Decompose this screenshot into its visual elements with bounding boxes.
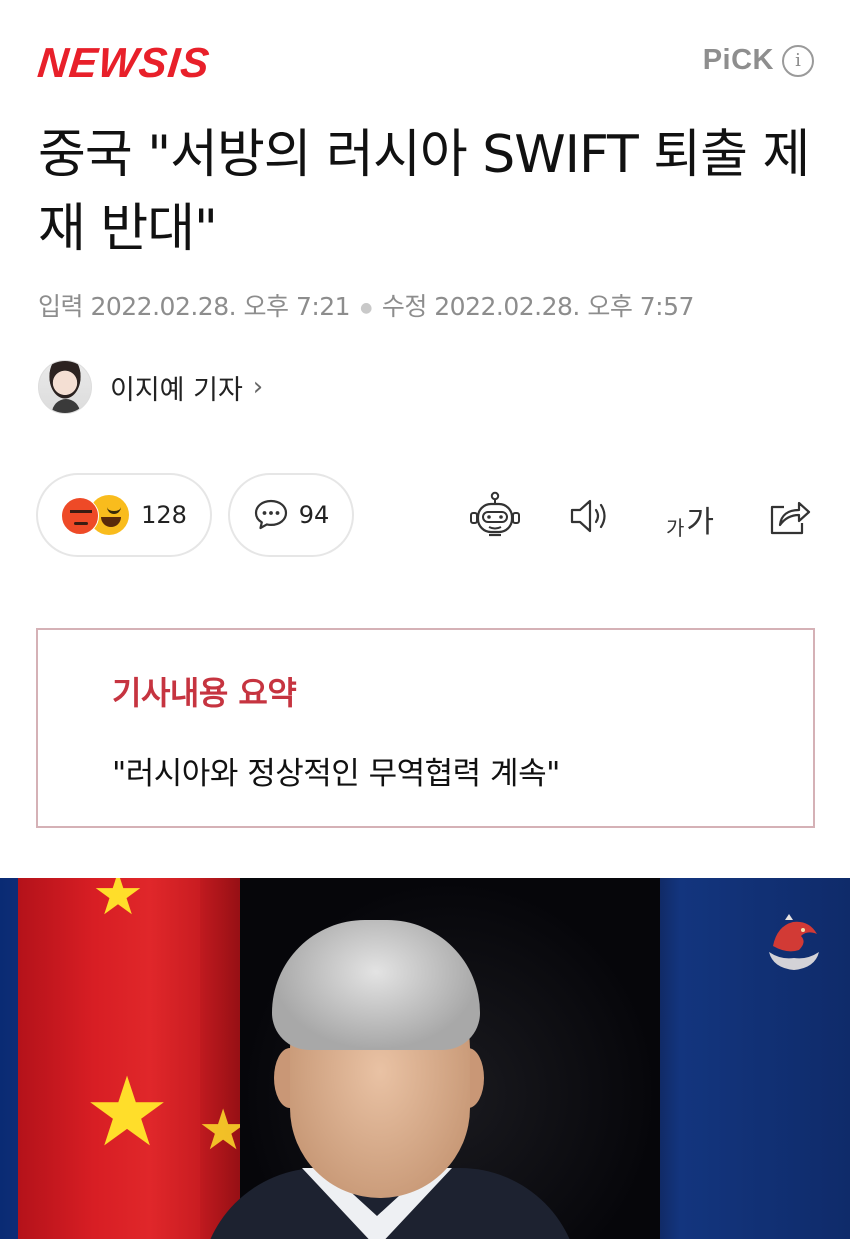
summary-title: 기사내용 요약 bbox=[112, 674, 297, 712]
modified-label: 수정 bbox=[381, 292, 428, 321]
article-photo[interactable]: ★ ★ ★ bbox=[0, 878, 850, 1239]
speech-bubble-icon bbox=[254, 499, 287, 530]
comment-count: 94 bbox=[298, 501, 330, 529]
flag-star-icon: ★ bbox=[92, 878, 144, 928]
action-bar: 128 94 가가 bbox=[36, 473, 816, 559]
top-bar: NEWSIS PiCK i bbox=[0, 0, 850, 110]
summary-item: "러시아와 정상적인 무역협력 계속" bbox=[112, 756, 560, 792]
flag-star-icon: ★ bbox=[84, 1056, 171, 1168]
reaction-count: 128 bbox=[141, 501, 187, 529]
input-date: 2022.02.28. 오후 7:21 bbox=[90, 292, 351, 321]
author-name: 이지예 기자 bbox=[110, 374, 243, 406]
article-headline: 중국 "서방의 러시아 SWIFT 퇴출 제재 반대" bbox=[38, 125, 810, 259]
newsis-logo[interactable]: NEWSIS bbox=[35, 38, 213, 88]
robot-icon bbox=[470, 491, 520, 537]
modified-date: 2022.02.28. 오후 7:57 bbox=[434, 292, 694, 321]
reaction-emoji-icons bbox=[61, 495, 131, 535]
summary-bot-button[interactable] bbox=[468, 491, 522, 541]
text-to-speech-button[interactable] bbox=[566, 491, 616, 541]
font-size-icon: 가가 bbox=[666, 497, 714, 541]
font-large-label: 가 bbox=[686, 505, 714, 540]
pick-label: PiCK bbox=[702, 44, 774, 76]
input-label: 입력 bbox=[38, 292, 84, 321]
press-emblem-icon bbox=[769, 914, 819, 970]
pick-badge[interactable]: PiCK i bbox=[703, 44, 814, 77]
angry-face-icon bbox=[61, 497, 100, 535]
article-dates: 입력 2022.02.28. 오후 7:21 ● 수정 2022.02.28. 오후… bbox=[38, 287, 694, 323]
chevron-right-icon: › bbox=[252, 372, 264, 402]
article-summary-box: 기사내용 요약 "러시아와 정상적인 무역협력 계속" bbox=[36, 628, 815, 828]
share-button[interactable] bbox=[764, 491, 814, 541]
font-small-label: 가 bbox=[665, 516, 685, 540]
speaker-icon bbox=[570, 499, 606, 533]
author-link[interactable]: 이지예 기자 › bbox=[38, 360, 263, 414]
author-avatar bbox=[38, 360, 92, 414]
share-icon bbox=[770, 501, 811, 535]
font-size-button[interactable]: 가가 bbox=[660, 491, 720, 541]
comment-button[interactable]: 94 bbox=[228, 473, 354, 557]
info-icon[interactable]: i bbox=[782, 44, 814, 77]
separator-dot: ● bbox=[360, 300, 372, 316]
reaction-button[interactable]: 128 bbox=[36, 473, 212, 557]
